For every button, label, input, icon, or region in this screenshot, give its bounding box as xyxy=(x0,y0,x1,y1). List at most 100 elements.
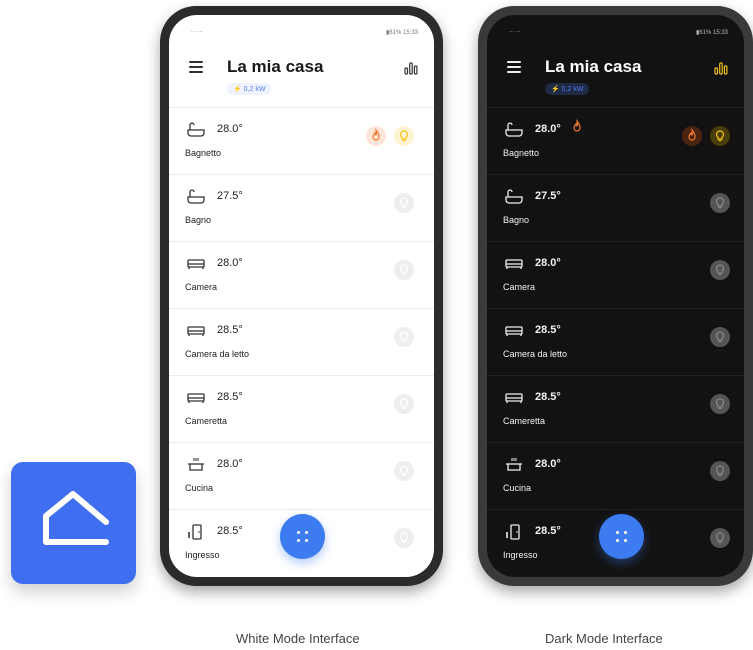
room-temperature: 27.5° xyxy=(535,190,561,202)
room-row[interactable]: 28.5° Cameretta xyxy=(487,375,744,442)
light-toggle[interactable] xyxy=(710,126,730,146)
status-battery-time: ▮61% 15:33 xyxy=(696,30,728,36)
bed-icon xyxy=(505,390,523,411)
bathtub-icon xyxy=(505,122,523,143)
room-row[interactable]: 28.5° Camera da letto xyxy=(487,308,744,375)
page-title: La mia casa xyxy=(545,57,642,76)
light-toggle[interactable] xyxy=(710,528,730,548)
light-toggle[interactable] xyxy=(394,126,414,146)
room-row[interactable]: 28.5° Cameretta xyxy=(169,375,434,442)
bathtub-icon xyxy=(505,189,523,210)
lightbulb-icon xyxy=(716,532,724,544)
power-consumption-badge: ⚡ 0,2 kW xyxy=(545,83,590,95)
home-app-icon xyxy=(11,462,136,584)
status-signal: ∙∙∙ ∙∙∙ xyxy=(191,29,203,35)
hamburger-menu-icon[interactable] xyxy=(507,61,521,73)
door-icon xyxy=(187,524,205,545)
hamburger-menu-icon[interactable] xyxy=(189,61,203,73)
dark-screen: ∙∙∙ ∙∙∙ ▮61% 15:33 La mia casa ⚡ 0,2 kW … xyxy=(487,15,744,577)
room-name: Ingresso xyxy=(185,550,220,560)
light-toggle[interactable] xyxy=(394,394,414,414)
light-toggle[interactable] xyxy=(710,260,730,280)
bed-icon xyxy=(505,256,523,277)
room-name: Camera xyxy=(185,282,218,292)
room-name: Bagno xyxy=(503,215,530,225)
light-toggle[interactable] xyxy=(394,327,414,347)
lightbulb-icon xyxy=(716,331,724,343)
light-toggle[interactable] xyxy=(710,193,730,213)
cooking-pot-icon xyxy=(505,457,523,478)
room-row[interactable]: 28.0° Camera xyxy=(169,241,434,308)
power-consumption-badge: ⚡ 0,2 kW xyxy=(227,83,272,95)
light-toggle[interactable] xyxy=(394,461,414,481)
heating-toggle[interactable] xyxy=(366,126,386,146)
room-row[interactable]: 28.0° Cucina xyxy=(487,442,744,509)
room-row[interactable]: 28.0° Bagnetto xyxy=(169,107,434,174)
room-name: Cameretta xyxy=(503,416,546,426)
room-temperature: 28.5° xyxy=(217,525,243,537)
light-toggle[interactable] xyxy=(394,528,414,548)
room-name: Bagno xyxy=(185,215,212,225)
heating-toggle[interactable] xyxy=(682,126,702,146)
room-row[interactable]: 27.5° Bagno xyxy=(487,174,744,241)
lightbulb-icon xyxy=(716,264,724,276)
status-bar: ∙∙∙ ∙∙∙ ▮61% 15:33 xyxy=(191,29,418,39)
light-toggle[interactable] xyxy=(394,260,414,280)
app-header: La mia casa ⚡ 0,2 kW xyxy=(169,47,434,107)
house-outline-icon xyxy=(43,491,109,545)
room-row[interactable]: 27.5° Bagno xyxy=(169,174,434,241)
room-temperature: 28.0° xyxy=(217,123,243,135)
fab-apps-button[interactable] xyxy=(280,514,325,559)
lightbulb-icon xyxy=(716,130,724,142)
light-toggle[interactable] xyxy=(710,461,730,481)
room-temperature: 27.5° xyxy=(217,190,243,202)
room-temperature: 28.5° xyxy=(217,324,243,336)
room-name: Bagnetto xyxy=(185,148,222,158)
room-name: Cameretta xyxy=(185,416,228,426)
door-icon xyxy=(505,524,523,545)
light-toggle[interactable] xyxy=(394,193,414,213)
lightbulb-icon xyxy=(716,465,724,477)
bed-icon xyxy=(187,323,205,344)
room-temperature: 28.0° xyxy=(217,458,243,470)
room-row[interactable]: 28.0° Bagnetto xyxy=(487,107,744,174)
bed-icon xyxy=(187,256,205,277)
room-name: Camera xyxy=(503,282,536,292)
status-signal: ∙∙∙ ∙∙∙ xyxy=(509,29,521,35)
room-name: Cucina xyxy=(185,483,214,493)
room-name: Cucina xyxy=(503,483,532,493)
page-title: La mia casa xyxy=(227,57,324,76)
phone-dark: ∙∙∙ ∙∙∙ ▮61% 15:33 La mia casa ⚡ 0,2 kW … xyxy=(478,6,753,586)
flame-icon xyxy=(688,128,696,141)
room-list: 28.0° Bagnetto 27.5° Bagno 28.0° Camera 28.5° C… xyxy=(487,107,744,577)
room-row[interactable]: 28.0° Camera xyxy=(487,241,744,308)
light-toggle[interactable] xyxy=(710,327,730,347)
status-bar: ∙∙∙ ∙∙∙ ▮61% 15:33 xyxy=(509,29,728,39)
app-header: La mia casa ⚡ 0,2 kW xyxy=(487,47,744,107)
room-temperature: 28.5° xyxy=(535,324,561,336)
room-temperature: 28.0° xyxy=(535,458,561,470)
fab-apps-button[interactable] xyxy=(599,514,644,559)
room-temperature: 28.5° xyxy=(535,391,561,403)
room-name: Camera da letto xyxy=(503,349,568,359)
lightbulb-icon xyxy=(400,130,408,142)
status-battery-time: ▮61% 15:33 xyxy=(386,30,418,36)
bar-chart-icon[interactable] xyxy=(714,61,728,75)
lightbulb-icon xyxy=(716,398,724,410)
phone-light: ∙∙∙ ∙∙∙ ▮61% 15:33 La mia casa ⚡ 0,2 kW … xyxy=(160,6,443,586)
room-row[interactable]: 28.5° Camera da letto xyxy=(169,308,434,375)
bathtub-icon xyxy=(187,189,205,210)
room-list: 28.0° Bagnetto 27.5° Bagno 28.0° Camera 28.5° C… xyxy=(169,107,434,577)
room-row[interactable]: 28.0° Cucina xyxy=(169,442,434,509)
room-temperature: 28.0° xyxy=(217,257,243,269)
light-screen: ∙∙∙ ∙∙∙ ▮61% 15:33 La mia casa ⚡ 0,2 kW … xyxy=(169,15,434,577)
room-temperature: 28.5° xyxy=(535,525,561,537)
lightbulb-icon xyxy=(716,197,724,209)
bathtub-icon xyxy=(187,122,205,143)
room-temperature: 28.0° xyxy=(535,257,561,269)
light-toggle[interactable] xyxy=(710,394,730,414)
bar-chart-icon[interactable] xyxy=(404,61,418,75)
caption-dark-mode: Dark Mode Interface xyxy=(545,631,663,646)
room-temperature: 28.0° xyxy=(535,123,561,135)
room-name: Bagnetto xyxy=(503,148,540,158)
